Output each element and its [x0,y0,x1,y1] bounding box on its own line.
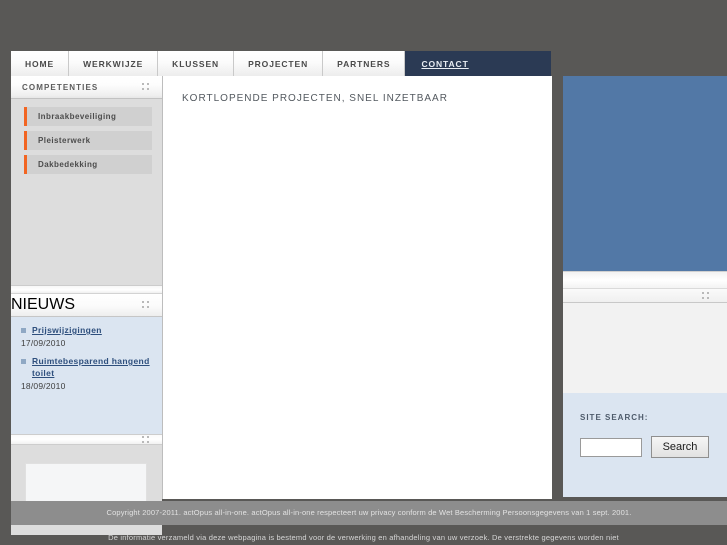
main-content: KORTLOPENDE PROJECTEN, SNEL INZETBAAR [163,76,552,499]
sidebar-divider-1 [11,285,162,294]
nav-tab-partners[interactable]: PARTNERS [323,51,406,76]
news-link[interactable]: Prijswijzigingen [32,324,102,336]
news-panel-filler [11,406,162,434]
nav-tab-label: WERKWIJZE [83,58,144,69]
competency-item-dakbedekking[interactable]: Dakbedekking [24,155,152,174]
site-search-panel: SITE SEARCH: Search [563,393,727,497]
square-bullet-icon [21,359,26,364]
main-navigation: HOME WERKWIJZE KLUSSEN PROJECTEN PARTNER… [11,51,551,76]
page-title: KORTLOPENDE PROJECTEN, SNEL INZETBAAR [182,93,448,104]
nav-tab-label: KLUSSEN [172,58,220,69]
news-date: 17/09/2010 [21,338,66,348]
nav-tab-projecten[interactable]: PROJECTEN [234,51,324,76]
competencies-panel-header: COMPETENTIES [11,76,162,99]
nav-tab-label: HOME [25,58,55,69]
site-search-label: SITE SEARCH: [580,413,649,422]
competency-item-pleisterwerk[interactable]: Pleisterwerk [24,131,152,150]
search-button[interactable]: Search [651,436,709,458]
nav-tab-label: PARTNERS [337,58,391,69]
news-list: Prijswijzigingen 17/09/2010 Ruimtebespar… [11,317,162,406]
grip-dots-icon[interactable] [142,436,153,445]
news-list-item: Ruimtebesparend hangend toilet 18/09/201… [21,355,154,391]
competencies-list: Inbraakbeveiliging Pleisterwerk Dakbedek… [11,99,162,185]
news-link[interactable]: Ruimtebesparend hangend toilet [32,355,154,379]
footer-copyright: Copyright 2007-2011. actOpus all-in-one.… [106,508,632,517]
grip-dots-icon[interactable] [142,301,153,310]
nav-tab-contact[interactable]: CONTACT [405,51,551,76]
news-panel-header: NIEUWS [11,294,162,317]
nav-tab-klussen[interactable]: KLUSSEN [158,51,235,76]
nav-tab-label: PROJECTEN [248,58,309,69]
nav-tab-home[interactable]: HOME [11,51,70,76]
footer-privacy-text: De informatie verzameld via deze webpagi… [108,533,619,542]
square-bullet-icon [21,328,26,333]
competencies-filler [11,185,162,285]
competencies-title: COMPETENTIES [22,82,99,92]
competency-label: Pleisterwerk [38,136,91,145]
page-root: HOME WERKWIJZE KLUSSEN PROJECTEN PARTNER… [0,0,727,545]
right-panel-body [563,303,727,393]
grip-dots-icon[interactable] [702,292,713,301]
sidebar-divider-2 [11,434,162,445]
news-title: NIEUWS [11,296,75,313]
news-list-item: Prijswijzigingen 17/09/2010 [21,324,154,348]
search-input[interactable] [580,437,642,457]
competency-label: Dakbedekking [38,160,98,169]
nav-tab-label: CONTACT [421,58,469,69]
competency-item-inbraakbeveiliging[interactable]: Inbraakbeveiliging [24,107,152,126]
footer-band: Copyright 2007-2011. actOpus all-in-one.… [11,501,727,525]
left-sidebar: COMPETENTIES Inbraakbeveiliging Pleister… [11,76,163,535]
news-date: 18/09/2010 [21,381,66,391]
right-panel-header [563,289,727,303]
competency-label: Inbraakbeveiliging [38,112,117,121]
right-column-divider [563,271,727,289]
grip-dots-icon[interactable] [142,83,153,92]
site-search-row: Search [580,436,727,458]
right-column: SITE SEARCH: Search [563,271,727,499]
news-panel: NIEUWS Prijswijzigingen 17/09/2010 Ruimt… [11,294,162,434]
nav-right-filler [551,51,727,76]
nav-tab-werkwijze[interactable]: WERKWIJZE [69,51,159,76]
right-blue-panel [563,76,727,271]
